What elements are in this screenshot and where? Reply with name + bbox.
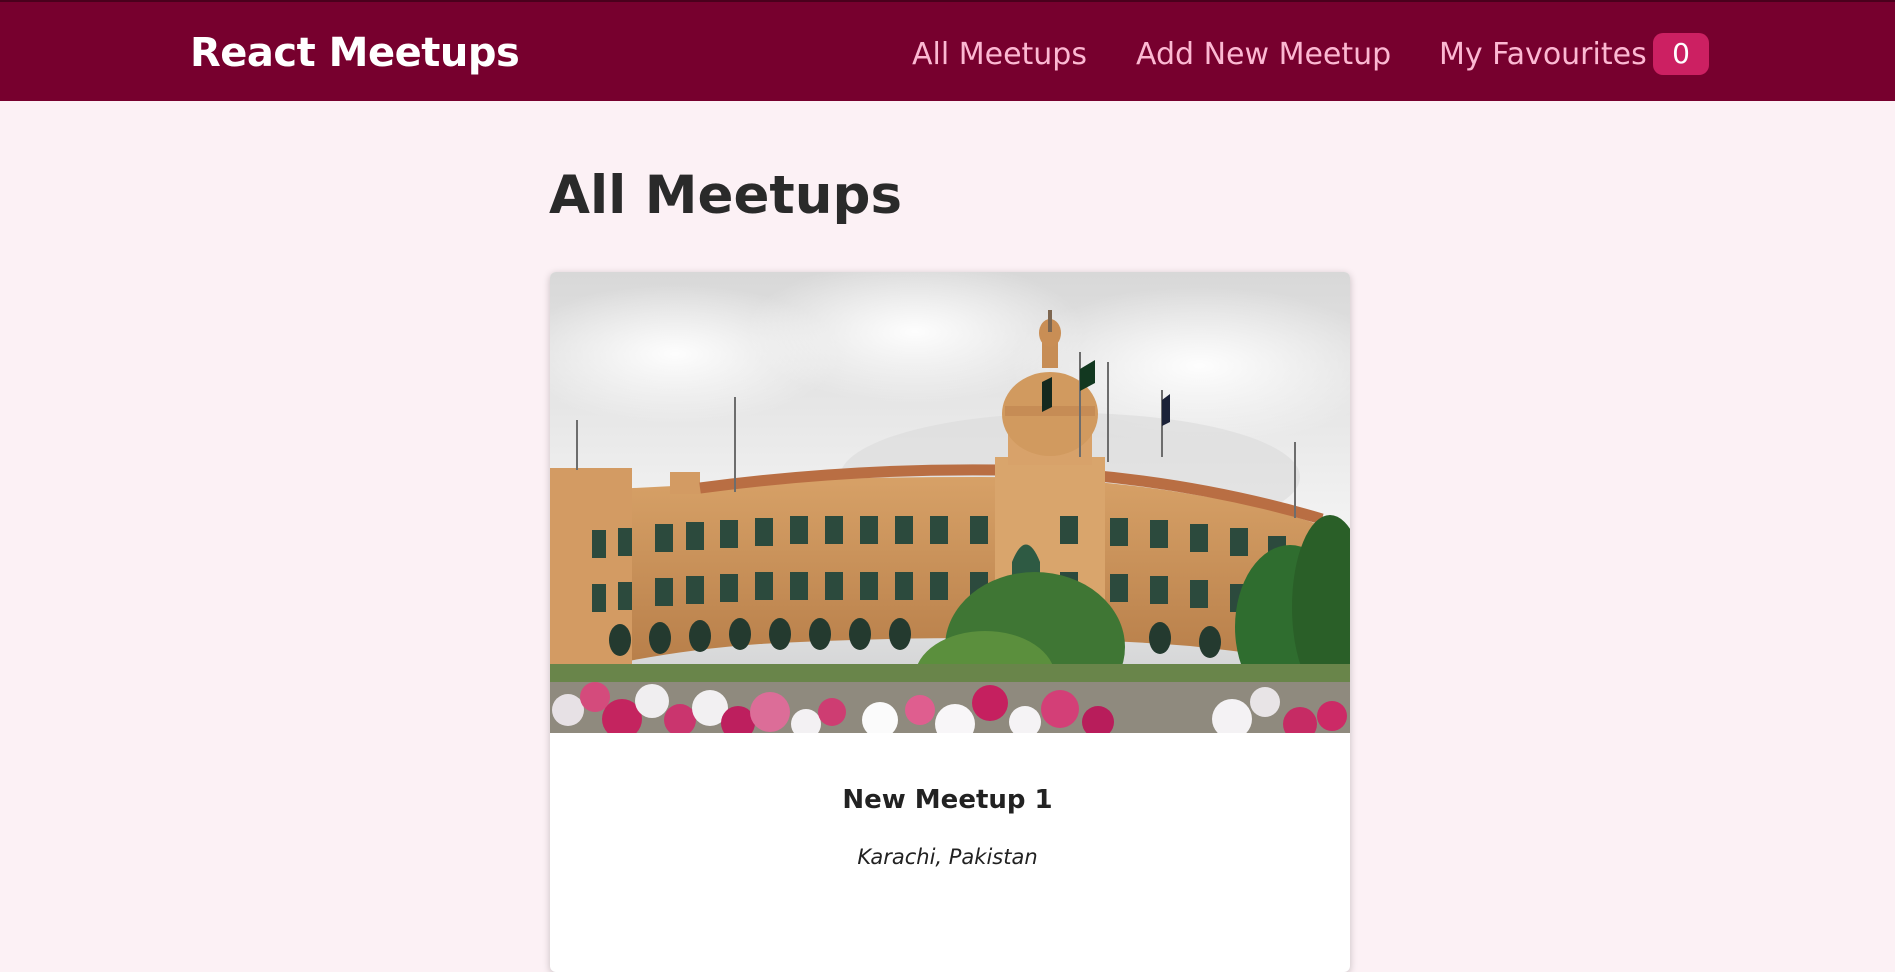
meetup-address: Karachi, Pakistan — [857, 845, 1038, 869]
main-navigation: All Meetups Add New Meetup My Favourites — [0, 30, 1895, 80]
page-title: All Meetups — [549, 165, 902, 226]
meetup-image — [550, 272, 1350, 733]
nav-link-my-favourites[interactable]: My Favourites — [1439, 30, 1647, 80]
favourites-count-badge: 0 — [1653, 33, 1709, 75]
nav-link-add-new-meetup[interactable]: Add New Meetup — [1136, 30, 1391, 80]
meetup-title: New Meetup 1 — [842, 785, 1053, 815]
site-header: React Meetups All Meetups Add New Meetup… — [0, 0, 1895, 101]
nav-link-all-meetups[interactable]: All Meetups — [912, 30, 1087, 80]
